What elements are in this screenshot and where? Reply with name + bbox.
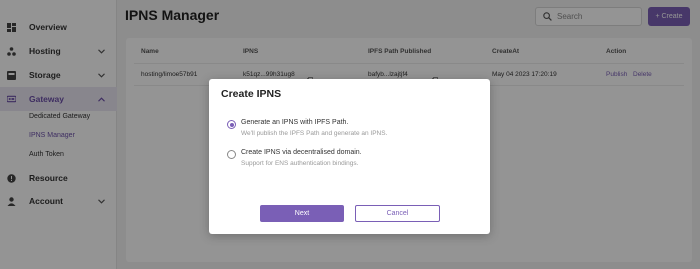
cancel-button[interactable]: Cancel — [355, 205, 440, 222]
radio-ipfs-path[interactable] — [227, 120, 236, 129]
next-button[interactable]: Next — [260, 205, 344, 222]
option-label: Generate an IPNS with IPFS Path. — [241, 119, 349, 126]
radio-decentralised-domain[interactable] — [227, 150, 236, 159]
option-description: We'll publish the IPFS Path and generate… — [241, 130, 388, 137]
option-label: Create IPNS via decentralised domain. — [241, 149, 362, 156]
option-description: Support for ENS authentication bindings. — [241, 160, 359, 167]
create-ipns-dialog: Create IPNS Generate an IPNS with IPFS P… — [209, 79, 490, 234]
dialog-title: Create IPNS — [221, 88, 282, 100]
